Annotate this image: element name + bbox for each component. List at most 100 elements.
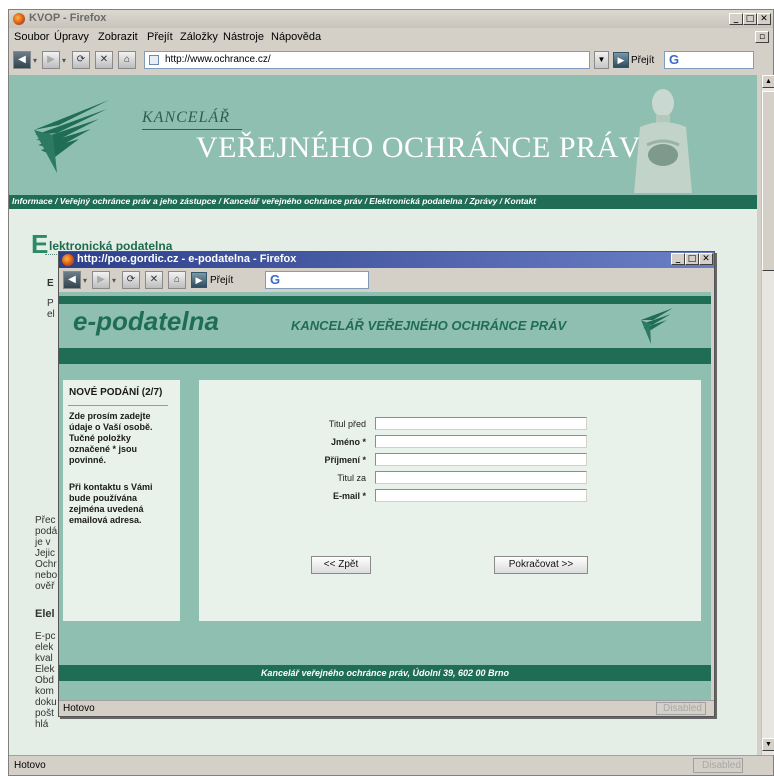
popup-back-dropdown-icon[interactable]: ▾	[83, 276, 87, 285]
email-input[interactable]	[375, 489, 587, 502]
popup-status-text: Hotovo	[63, 703, 95, 714]
outer-status-text: Hotovo	[14, 760, 46, 771]
page-icon	[149, 55, 159, 65]
site-kancelar-label: KANCELÁŘ	[142, 109, 231, 126]
prijmeni-input[interactable]	[375, 453, 587, 466]
titul-pred-input[interactable]	[375, 417, 587, 430]
site-nav[interactable]: Informace / Veřejný ochránce práv a jeho…	[9, 195, 757, 209]
sidebar-divider	[68, 405, 168, 406]
text-fragment-heading: Elel	[35, 608, 55, 620]
text-fragment: E	[47, 278, 54, 289]
text-fragment: E-pc	[35, 631, 56, 642]
popup-title-bar: http://poe.gordic.cz - e-podatelna - Fir…	[59, 252, 714, 268]
back-button[interactable]: ◀	[13, 51, 31, 69]
jmeno-input[interactable]	[375, 435, 587, 448]
popup-close-button[interactable]: ✕	[699, 253, 713, 265]
address-url: http://www.ochrance.cz/	[165, 54, 271, 65]
menu-upravy[interactable]: Úpravy	[54, 31, 89, 43]
menu-napoveda[interactable]: Nápověda	[271, 31, 321, 43]
text-fragment: Jejic	[35, 548, 56, 559]
text-fragment: kom	[35, 686, 54, 697]
popup-forward-button[interactable]: ▶	[92, 271, 110, 289]
site-title: VEŘEJNÉHO OCHRÁNCE PRÁV	[196, 131, 641, 164]
menu-prejit[interactable]: Přejít	[147, 31, 173, 43]
popup-search-box[interactable]: G	[265, 271, 369, 289]
menu-zalozky[interactable]: Záložky	[180, 31, 218, 43]
search-box[interactable]: G	[664, 51, 754, 69]
text-fragment: Ochr	[35, 559, 57, 570]
menu-zobrazit[interactable]: Zobrazit	[98, 31, 138, 43]
back-step-button[interactable]: << Zpět	[311, 556, 371, 574]
text-fragment: pošt	[35, 708, 54, 719]
feather-logo-icon	[34, 100, 109, 173]
popup-back-button[interactable]: ◀	[63, 271, 81, 289]
sidebar-instructions: Zde prosím zadejte údaje o Vaší osobě. T…	[69, 411, 153, 465]
scroll-thumb[interactable]	[762, 91, 774, 271]
navigation-toolbar: ◀ ▾ ▶ ▾ ⟳ ✕ ⌂ http://www.ochrance.cz/ ▼ …	[9, 48, 773, 72]
brand-subtitle: KANCELÁŘ VEŘEJNÉHO OCHRÁNCE PRÁV	[291, 318, 567, 333]
stop-button[interactable]: ✕	[95, 51, 113, 69]
maximize-button[interactable]: □	[743, 13, 757, 25]
google-logo-icon: G	[669, 52, 680, 67]
popup-forward-dropdown-icon[interactable]: ▾	[112, 276, 116, 285]
continue-button[interactable]: Pokračovat >>	[494, 556, 588, 574]
menubar-restore-icon[interactable]: ▫	[755, 31, 769, 43]
outer-title-bar: KVOP - Firefox _ □ ✕	[9, 10, 773, 28]
popup-stop-button[interactable]: ✕	[145, 271, 163, 289]
text-fragment: P	[47, 298, 54, 309]
home-button[interactable]: ⌂	[118, 51, 136, 69]
field-label-titul-pred: Titul před	[328, 419, 366, 429]
titul-za-input[interactable]	[375, 471, 587, 484]
kancelar-underline	[142, 129, 242, 130]
go-label[interactable]: Přejít	[631, 55, 654, 66]
close-button[interactable]: ✕	[757, 13, 771, 25]
menu-nastroje[interactable]: Nástroje	[223, 31, 264, 43]
forward-button[interactable]: ▶	[42, 51, 60, 69]
popup-toolbar: ◀ ▾ ▶ ▾ ⟳ ✕ ⌂ ▶ Přejít G	[59, 268, 714, 292]
field-label-prijmeni: Příjmení *	[324, 455, 366, 465]
field-label-jmeno: Jméno *	[330, 437, 366, 447]
address-bar[interactable]: http://www.ochrance.cz/	[144, 51, 590, 69]
popup-go-button[interactable]: ▶	[191, 272, 207, 288]
popup-minimize-button[interactable]: _	[671, 253, 685, 265]
text-fragment: je v	[35, 537, 51, 548]
text-fragment: elek	[35, 642, 54, 653]
back-dropdown-icon[interactable]: ▾	[33, 56, 37, 65]
address-dropdown-button[interactable]: ▼	[594, 51, 609, 69]
site-header: KANCELÁŘ VEŘEJNÉHO OCHRÁNCE PRÁV	[9, 75, 757, 195]
step-sidebar: NOVÉ PODÁNÍ (2/7) Zde prosím zadejte úda…	[63, 380, 180, 621]
popup-home-button[interactable]: ⌂	[168, 271, 186, 289]
go-button[interactable]: ▶	[613, 52, 629, 68]
text-fragment: Obd	[35, 675, 54, 686]
field-label-titul-za: Titul za	[337, 473, 366, 483]
header-band	[59, 348, 711, 364]
minimize-button[interactable]: _	[729, 13, 743, 25]
menu-soubor[interactable]: Soubor	[14, 31, 49, 43]
statue-icon	[634, 89, 692, 193]
outer-status-disabled: Disabled	[693, 758, 743, 773]
menu-bar: Soubor Úpravy Zobrazit Přejít Záložky Ná…	[9, 28, 773, 47]
firefox-logo-icon	[62, 254, 74, 266]
outer-scrollbar[interactable]: ▲ ▼	[761, 75, 774, 755]
popup-status-disabled: Disabled	[656, 702, 706, 715]
text-fragment: Elek	[35, 664, 55, 675]
forward-dropdown-icon[interactable]: ▾	[62, 56, 66, 65]
sidebar-email-note: Při kontaktu s Vámi bude používána zejmé…	[69, 482, 153, 525]
popup-go-label[interactable]: Přejít	[210, 275, 233, 286]
personal-data-form: Titul před Jméno * Příjmení * Titul za E…	[199, 380, 701, 621]
scroll-down-icon[interactable]: ▼	[762, 738, 774, 751]
step-heading: NOVÉ PODÁNÍ (2/7)	[69, 387, 163, 398]
scroll-up-icon[interactable]: ▲	[762, 75, 774, 88]
popup-reload-button[interactable]: ⟳	[122, 271, 140, 289]
popup-maximize-button[interactable]: □	[685, 253, 699, 265]
google-logo-icon: G	[270, 272, 281, 287]
page-footer: Kancelář veřejného ochránce práv, Údolní…	[59, 665, 711, 681]
feather-logo-icon	[641, 308, 673, 344]
text-fragment: el	[47, 309, 55, 320]
heading-initial: E	[31, 229, 49, 259]
text-fragment: doku	[35, 697, 57, 708]
text-fragment: hlá	[35, 719, 49, 730]
reload-button[interactable]: ⟳	[72, 51, 90, 69]
text-fragment: nebo	[35, 570, 58, 581]
popup-page-viewport: e-podatelna KANCELÁŘ VEŘEJNÉHO OCHRÁNCE …	[59, 292, 711, 700]
